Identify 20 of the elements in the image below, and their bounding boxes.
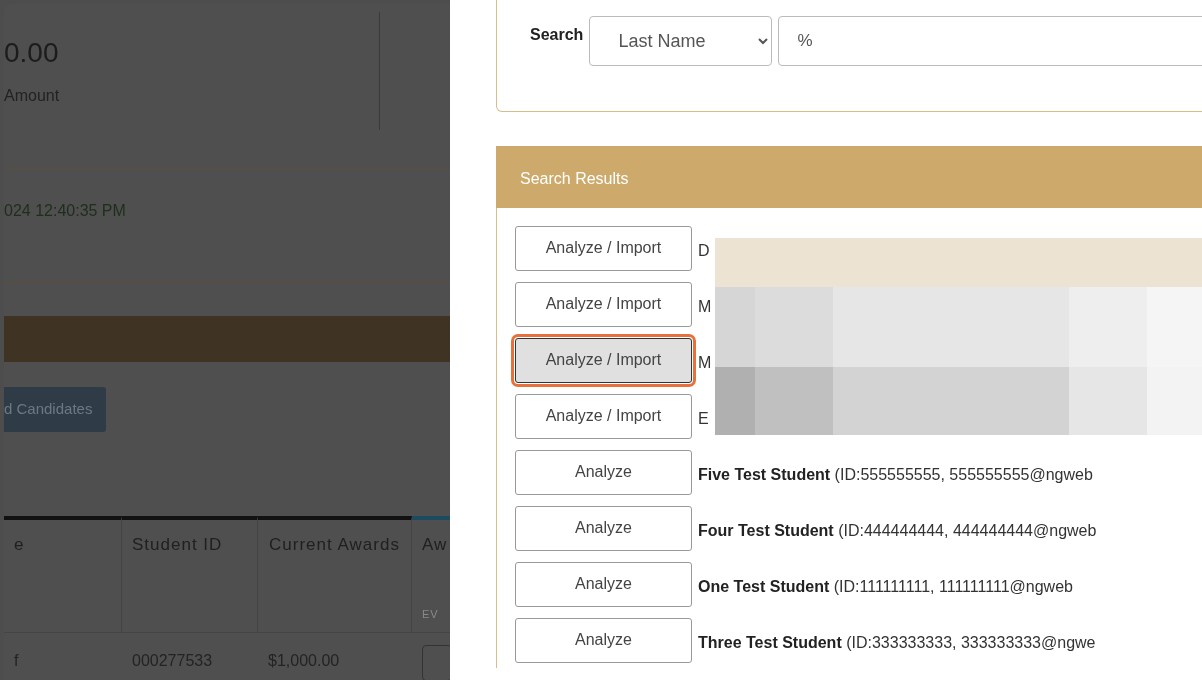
student-entry: D [698, 241, 710, 261]
search-field-dropdown[interactable]: Last Name [589, 16, 773, 66]
student-entry: M [698, 297, 712, 317]
results-title: Search Results [520, 170, 629, 187]
analyze-button[interactable]: Analyze [515, 561, 692, 607]
column-subheading: EV [422, 607, 439, 622]
student-entry: E [698, 409, 709, 429]
analyze-button[interactable]: Analyze [515, 505, 692, 551]
student-entry: M [698, 353, 712, 373]
student-entry: Five Test Student (ID:555555555, 555555555@ngweb [698, 465, 1093, 485]
analyze-button[interactable]: Analyze [515, 617, 692, 663]
student-entry: Four Test Student (ID:444444444, 444444444@ngweb [698, 521, 1097, 541]
search-input[interactable]: % [778, 16, 1202, 66]
analyze-button[interactable]: Analyze / Import [515, 225, 692, 271]
student-entry: One Test Student (ID:111111111, 111111111@ngweb [698, 577, 1073, 597]
student-entry: Three Test Student (ID:333333333, 333333333@ngwe [698, 633, 1096, 653]
analyze-button[interactable]: Analyze / Import [515, 393, 692, 439]
search-label: Search [530, 25, 584, 45]
analyze-button[interactable]: Analyze [515, 449, 692, 495]
analyze-button[interactable]: Analyze / Import [515, 281, 692, 327]
